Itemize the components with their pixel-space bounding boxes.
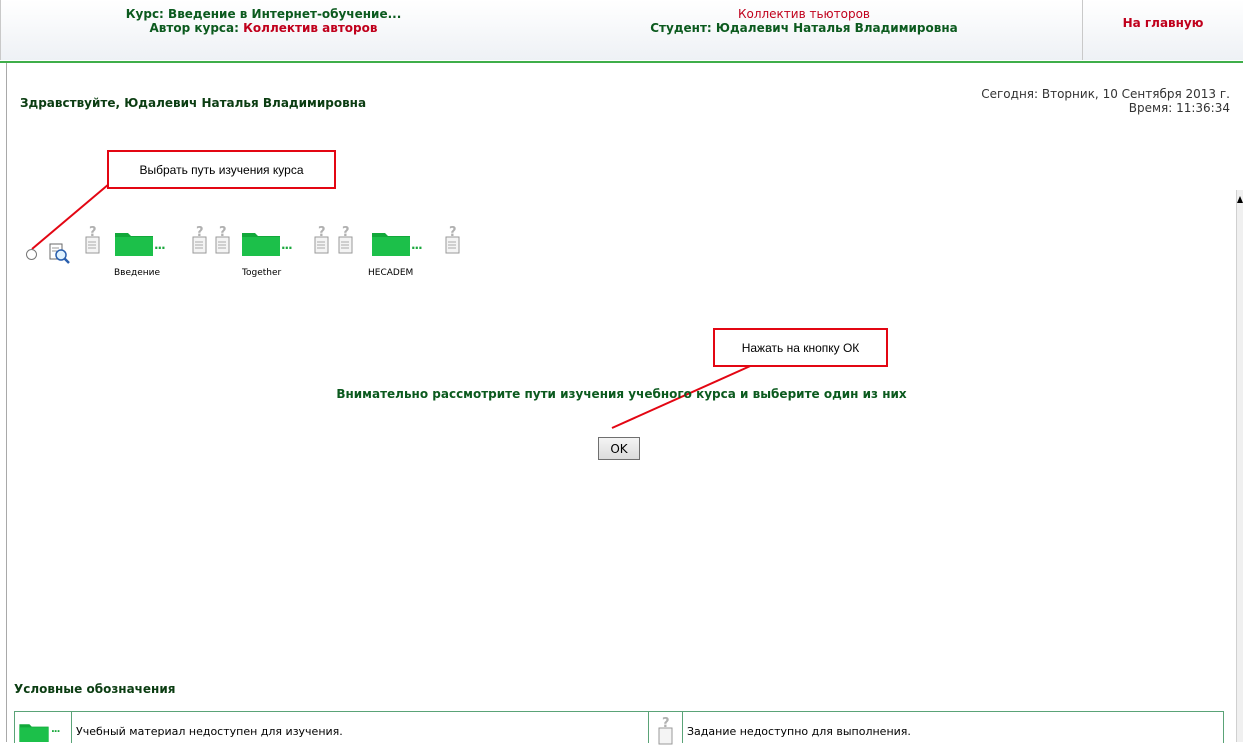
legend-title: Условные обозначения: [14, 682, 176, 696]
task-icon: ?: [314, 225, 329, 254]
instruction-text: Внимательно рассмотрите пути изучения уч…: [336, 387, 907, 401]
task-icon: ?: [85, 225, 100, 254]
legend-table: ... Учебный материал недоступен для изуч…: [14, 711, 1224, 745]
folder-dots: ...: [411, 238, 423, 252]
legend-folder-dots: ...: [51, 724, 60, 735]
folder-icon[interactable]: [372, 230, 410, 256]
task-icon: ?: [192, 225, 207, 254]
legend-item-text: Учебный материал недоступен для изучения…: [76, 725, 343, 738]
folder-icon[interactable]: [242, 230, 280, 256]
folder-label-together: Together: [242, 268, 282, 278]
path-radio-button[interactable]: [26, 249, 37, 260]
callout-press-ok: Нажать на кнопку ОК: [713, 328, 888, 367]
folder-icon[interactable]: [115, 230, 153, 256]
task-icon: ?: [215, 225, 230, 254]
legend-icon-cell: ...: [15, 712, 72, 743]
folder-dots: ...: [281, 238, 293, 252]
legend-text-cell: Учебный материал недоступен для изучения…: [72, 712, 649, 743]
legend-icon-cell: ?: [649, 712, 683, 745]
callout-choose-path: Выбрать путь изучения курса: [107, 150, 336, 189]
ok-button[interactable]: OK: [598, 437, 640, 460]
folder-dots: ...: [154, 238, 166, 252]
legend-item-text: Задание недоступно для выполнения.: [687, 725, 911, 738]
task-icon: ?: [445, 225, 460, 254]
legend-text-cell: Задание недоступно для выполнения.: [683, 712, 1222, 743]
folder-label-vvedenie: Введение: [114, 268, 161, 278]
preview-magnifier-icon[interactable]: [48, 243, 72, 265]
folder-label-hecadem: HECADEM: [368, 268, 414, 278]
task-icon: ?: [338, 225, 353, 254]
folder-icon: [19, 724, 49, 742]
annotation-lines: [31, 183, 758, 429]
